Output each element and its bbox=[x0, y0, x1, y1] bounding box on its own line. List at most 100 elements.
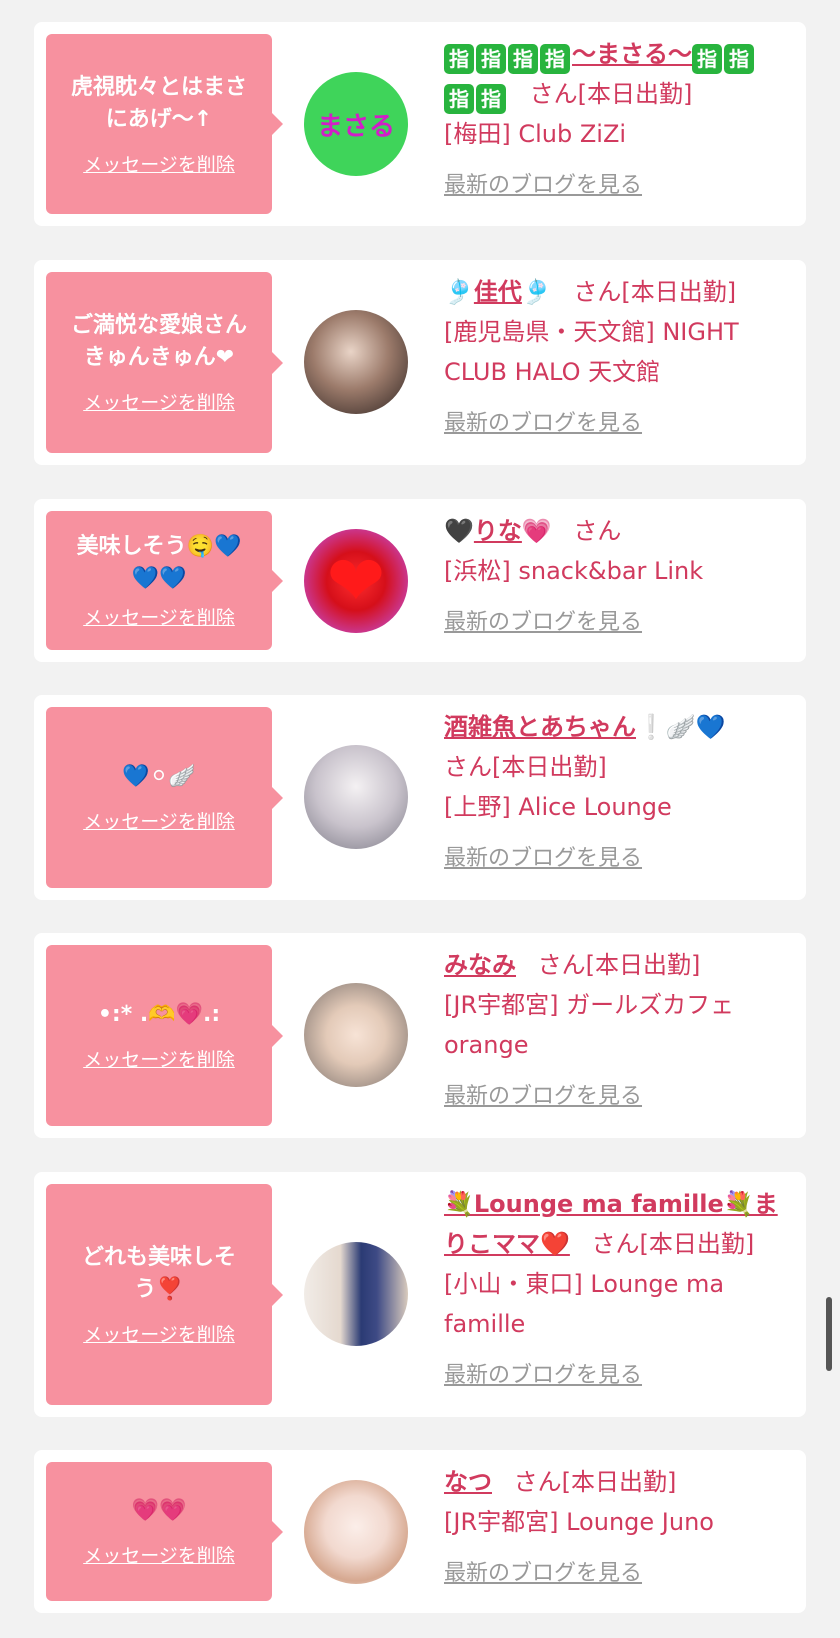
finger-icon: 指 bbox=[724, 44, 754, 74]
cast-name: 酒雑魚とあちゃん bbox=[444, 713, 636, 741]
cast-name: なつ bbox=[444, 1468, 492, 1496]
latest-blog-link[interactable]: 最新のブログを見る bbox=[444, 1554, 642, 1594]
avatar[interactable] bbox=[304, 745, 408, 849]
message-line: 虎視眈々とはまさ bbox=[70, 74, 247, 100]
finger-icon: 指 bbox=[444, 84, 474, 114]
delete-message-link[interactable]: メッセージを削除 bbox=[83, 1320, 235, 1347]
message-line: 💙⚪︎🪽 bbox=[122, 764, 196, 789]
cast-name-link[interactable]: 🖤りな💗 bbox=[444, 517, 552, 545]
avatar[interactable] bbox=[304, 1242, 408, 1346]
avatar[interactable] bbox=[304, 983, 408, 1087]
latest-blog-link[interactable]: 最新のブログを見る bbox=[444, 166, 642, 206]
profile-info: 酒雑魚とあちゃん❕🪽💙 さん[本日出勤] [上野] Alice Lounge 最… bbox=[444, 707, 790, 879]
black-heart-icon: 🖤 bbox=[444, 517, 474, 545]
honorific: さん bbox=[573, 517, 622, 545]
message-text: 💙⚪︎🪽 bbox=[56, 761, 262, 793]
honorific: さん bbox=[444, 753, 492, 781]
message-line: •:* .🫶💗.: bbox=[97, 1002, 221, 1027]
cast-name: みなみ bbox=[444, 951, 516, 979]
latest-blog-link[interactable]: 最新のブログを見る bbox=[444, 839, 642, 879]
message-text: 虎視眈々とはまさ にあげ〜↑ bbox=[56, 72, 262, 136]
finger-icon: 指 bbox=[692, 44, 722, 74]
honorific: さん bbox=[513, 1468, 562, 1496]
shop-name: [鹿児島県・天文館] NIGHT CLUB HALO 天文館 bbox=[444, 318, 739, 386]
message-card: 虎視眈々とはまさ にあげ〜↑ メッセージを削除 まさる 指指指指〜まさる〜指指 … bbox=[34, 22, 806, 226]
honorific: さん bbox=[537, 951, 586, 979]
message-line: きゅんきゅん❤ bbox=[83, 345, 235, 370]
message-bubble: 虎視眈々とはまさ にあげ〜↑ メッセージを削除 bbox=[46, 34, 283, 214]
wind-chime-icon: 🎐 bbox=[444, 278, 474, 306]
cast-name-link[interactable]: みなみ bbox=[444, 951, 516, 979]
delete-message-link[interactable]: メッセージを削除 bbox=[83, 388, 235, 415]
scrollbar[interactable] bbox=[826, 1297, 832, 1371]
delete-message-link[interactable]: メッセージを削除 bbox=[83, 807, 235, 834]
message-bubble: どれも美味しそ う❣️ メッセージを削除 bbox=[46, 1184, 283, 1405]
delete-message-link[interactable]: メッセージを削除 bbox=[83, 150, 235, 177]
message-card: •:* .🫶💗.: メッセージを削除 みなみ さん[本日出勤] [JR宇都宮] … bbox=[34, 933, 806, 1138]
message-line: にあげ〜↑ bbox=[105, 106, 213, 132]
attendance-status: [本日出勤] bbox=[492, 753, 607, 781]
message-bubble: •:* .🫶💗.: メッセージを削除 bbox=[46, 945, 283, 1126]
message-line: う❣️ bbox=[134, 1277, 184, 1302]
shop-name: [上野] Alice Lounge bbox=[444, 793, 672, 821]
delete-message-link[interactable]: メッセージを削除 bbox=[83, 603, 235, 630]
message-card: 💙⚪︎🪽 メッセージを削除 酒雑魚とあちゃん❕🪽💙 さん[本日出勤] [上野] … bbox=[34, 695, 806, 900]
cast-name-link[interactable]: 🎐佳代🎐 bbox=[444, 278, 552, 306]
shop-name: [小山・東口] Lounge ma famille bbox=[444, 1270, 725, 1338]
latest-blog-link[interactable]: 最新のブログを見る bbox=[444, 404, 642, 444]
finger-icon: 指 bbox=[508, 44, 538, 74]
latest-blog-link[interactable]: 最新のブログを見る bbox=[444, 603, 642, 643]
cast-name-link[interactable]: なつ bbox=[444, 1468, 492, 1496]
shop-name: [梅田] Club ZiZi bbox=[444, 120, 627, 148]
avatar[interactable] bbox=[304, 310, 408, 414]
honorific: さん bbox=[573, 278, 622, 306]
message-card: どれも美味しそ う❣️ メッセージを削除 💐Lounge ma famille💐… bbox=[34, 1172, 806, 1417]
delete-message-link[interactable]: メッセージを削除 bbox=[83, 1541, 235, 1568]
message-text: ご満悦な愛娘さん きゅんきゅん❤ bbox=[56, 310, 262, 374]
attendance-status: [本日出勤] bbox=[639, 1230, 755, 1258]
message-text: どれも美味しそ う❣️ bbox=[56, 1242, 262, 1306]
message-bubble: ご満悦な愛娘さん きゅんきゅん❤ メッセージを削除 bbox=[46, 272, 283, 453]
message-card: 美味しそう🤤💙 💙💙 メッセージを削除 ❤ 🖤りな💗 さん [浜松] snack… bbox=[34, 499, 806, 662]
attendance-status: [本日出勤] bbox=[621, 278, 737, 306]
profile-info: なつ さん[本日出勤] [JR宇都宮] Lounge Juno 最新のブログを見… bbox=[444, 1462, 790, 1594]
message-text: 💗💗 bbox=[56, 1495, 262, 1527]
avatar[interactable]: まさる bbox=[304, 72, 408, 176]
message-card: ご満悦な愛娘さん きゅんきゅん❤ メッセージを削除 🎐佳代🎐 さん[本日出勤] … bbox=[34, 260, 806, 465]
avatar[interactable]: ❤ bbox=[304, 529, 408, 633]
cast-name: 〜まさる〜 bbox=[572, 40, 692, 68]
honorific: さん bbox=[529, 80, 578, 108]
latest-blog-link[interactable]: 最新のブログを見る bbox=[444, 1356, 642, 1396]
message-text: •:* .🫶💗.: bbox=[56, 999, 262, 1031]
cast-name: りな bbox=[473, 517, 522, 545]
finger-icon: 指 bbox=[444, 44, 474, 74]
latest-blog-link[interactable]: 最新のブログを見る bbox=[444, 1077, 642, 1117]
attendance-status: [本日出勤] bbox=[585, 951, 701, 979]
finger-icon: 指 bbox=[476, 84, 506, 114]
heart-icon: ❤ bbox=[326, 540, 386, 622]
profile-info: 🎐佳代🎐 さん[本日出勤] [鹿児島県・天文館] NIGHT CLUB HALO… bbox=[444, 272, 790, 444]
message-bubble: 💙⚪︎🪽 メッセージを削除 bbox=[46, 707, 283, 888]
message-line: 美味しそう🤤💙 bbox=[76, 534, 242, 559]
attendance-status: [本日出勤] bbox=[561, 1468, 677, 1496]
name-decoration-icons: ❕🪽💙 bbox=[636, 713, 726, 741]
pink-heart-icon: 💗 bbox=[521, 517, 552, 545]
shop-name: [JR宇都宮] Lounge Juno bbox=[444, 1508, 714, 1536]
avatar[interactable] bbox=[304, 1480, 408, 1584]
profile-info: 指指指指〜まさる〜指指 指指 さん[本日出勤] [梅田] Club ZiZi 最… bbox=[444, 34, 790, 206]
cast-name: 佳代 bbox=[473, 278, 522, 306]
profile-info: みなみ さん[本日出勤] [JR宇都宮] ガールズカフェ orange 最新のブ… bbox=[444, 945, 790, 1117]
attendance-status: [本日出勤] bbox=[577, 80, 693, 108]
delete-message-link[interactable]: メッセージを削除 bbox=[83, 1045, 235, 1072]
profile-info: 💐Lounge ma famille💐まりこママ❤️ さん[本日出勤] [小山・… bbox=[444, 1184, 790, 1396]
avatar-text: まさる bbox=[316, 111, 395, 142]
honorific: さん bbox=[591, 1230, 640, 1258]
message-card: 💗💗 メッセージを削除 なつ さん[本日出勤] [JR宇都宮] Lounge J… bbox=[34, 1450, 806, 1613]
message-line: 💙💙 bbox=[131, 566, 187, 591]
message-bubble: 💗💗 メッセージを削除 bbox=[46, 1462, 283, 1601]
cast-name-link[interactable]: 指指指指〜まさる〜指指 bbox=[444, 40, 756, 74]
cast-name-link[interactable]: 酒雑魚とあちゃん❕🪽💙 bbox=[444, 713, 726, 741]
finger-icon: 指 bbox=[540, 44, 570, 74]
message-line: ご満悦な愛娘さん bbox=[70, 313, 247, 338]
shop-name: [JR宇都宮] ガールズカフェ orange bbox=[444, 991, 735, 1059]
